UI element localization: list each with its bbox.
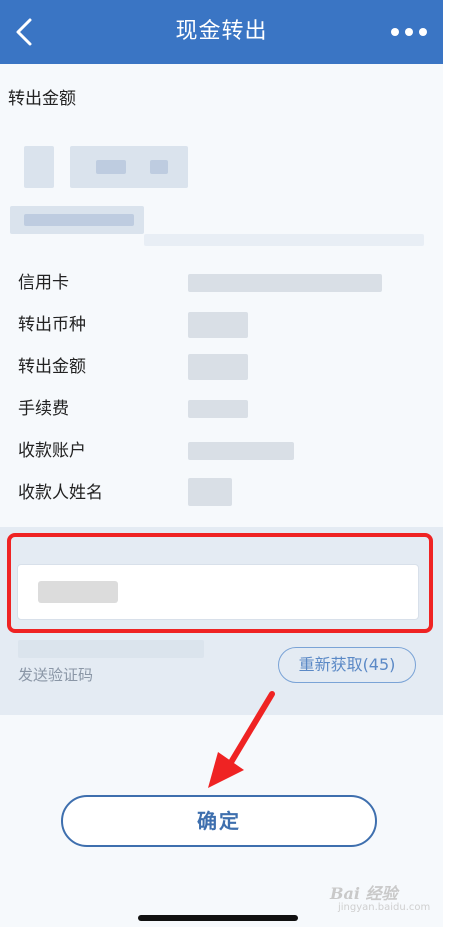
top-nav-bar: 现金转出	[0, 0, 443, 64]
detail-value-blurred	[188, 354, 248, 380]
page-title: 现金转出	[175, 19, 268, 44]
confirm-button[interactable]: 确定	[61, 795, 377, 847]
detail-row: 手续费	[18, 394, 438, 424]
detail-value-blurred	[188, 478, 232, 506]
detail-label: 转出金额	[18, 357, 86, 377]
detail-row: 转出金额	[18, 352, 438, 382]
detail-label: 转出币种	[18, 315, 86, 335]
more-horizontal-icon[interactable]	[389, 20, 429, 44]
detail-value-blurred	[188, 400, 248, 418]
detail-row: 转出币种	[18, 310, 438, 340]
red-arrow-icon	[208, 691, 275, 788]
detail-value-blurred	[188, 312, 248, 338]
detail-row: 收款账户	[18, 436, 438, 466]
detail-label: 信用卡	[18, 273, 69, 293]
home-indicator[interactable]	[138, 915, 298, 921]
baidu-watermark: Bai 经验	[330, 884, 398, 903]
send-code-hint: 发送验证码	[18, 666, 94, 684]
detail-row: 信用卡	[18, 268, 438, 298]
detail-row: 收款人姓名	[18, 478, 438, 508]
blurred-phone-hint	[18, 640, 204, 658]
detail-label: 收款账户	[18, 441, 86, 461]
detail-value-blurred	[188, 442, 294, 460]
screen-edge	[443, 0, 451, 927]
resend-code-button[interactable]: 重新获取(45)	[278, 647, 416, 683]
detail-label: 收款人姓名	[18, 483, 103, 503]
detail-value-blurred	[188, 274, 382, 292]
detail-label: 手续费	[18, 399, 69, 419]
baidu-watermark-url: jingyan.baidu.com	[338, 902, 431, 913]
red-highlight-box	[7, 533, 433, 633]
transfer-amount-heading: 转出金额	[8, 89, 76, 109]
